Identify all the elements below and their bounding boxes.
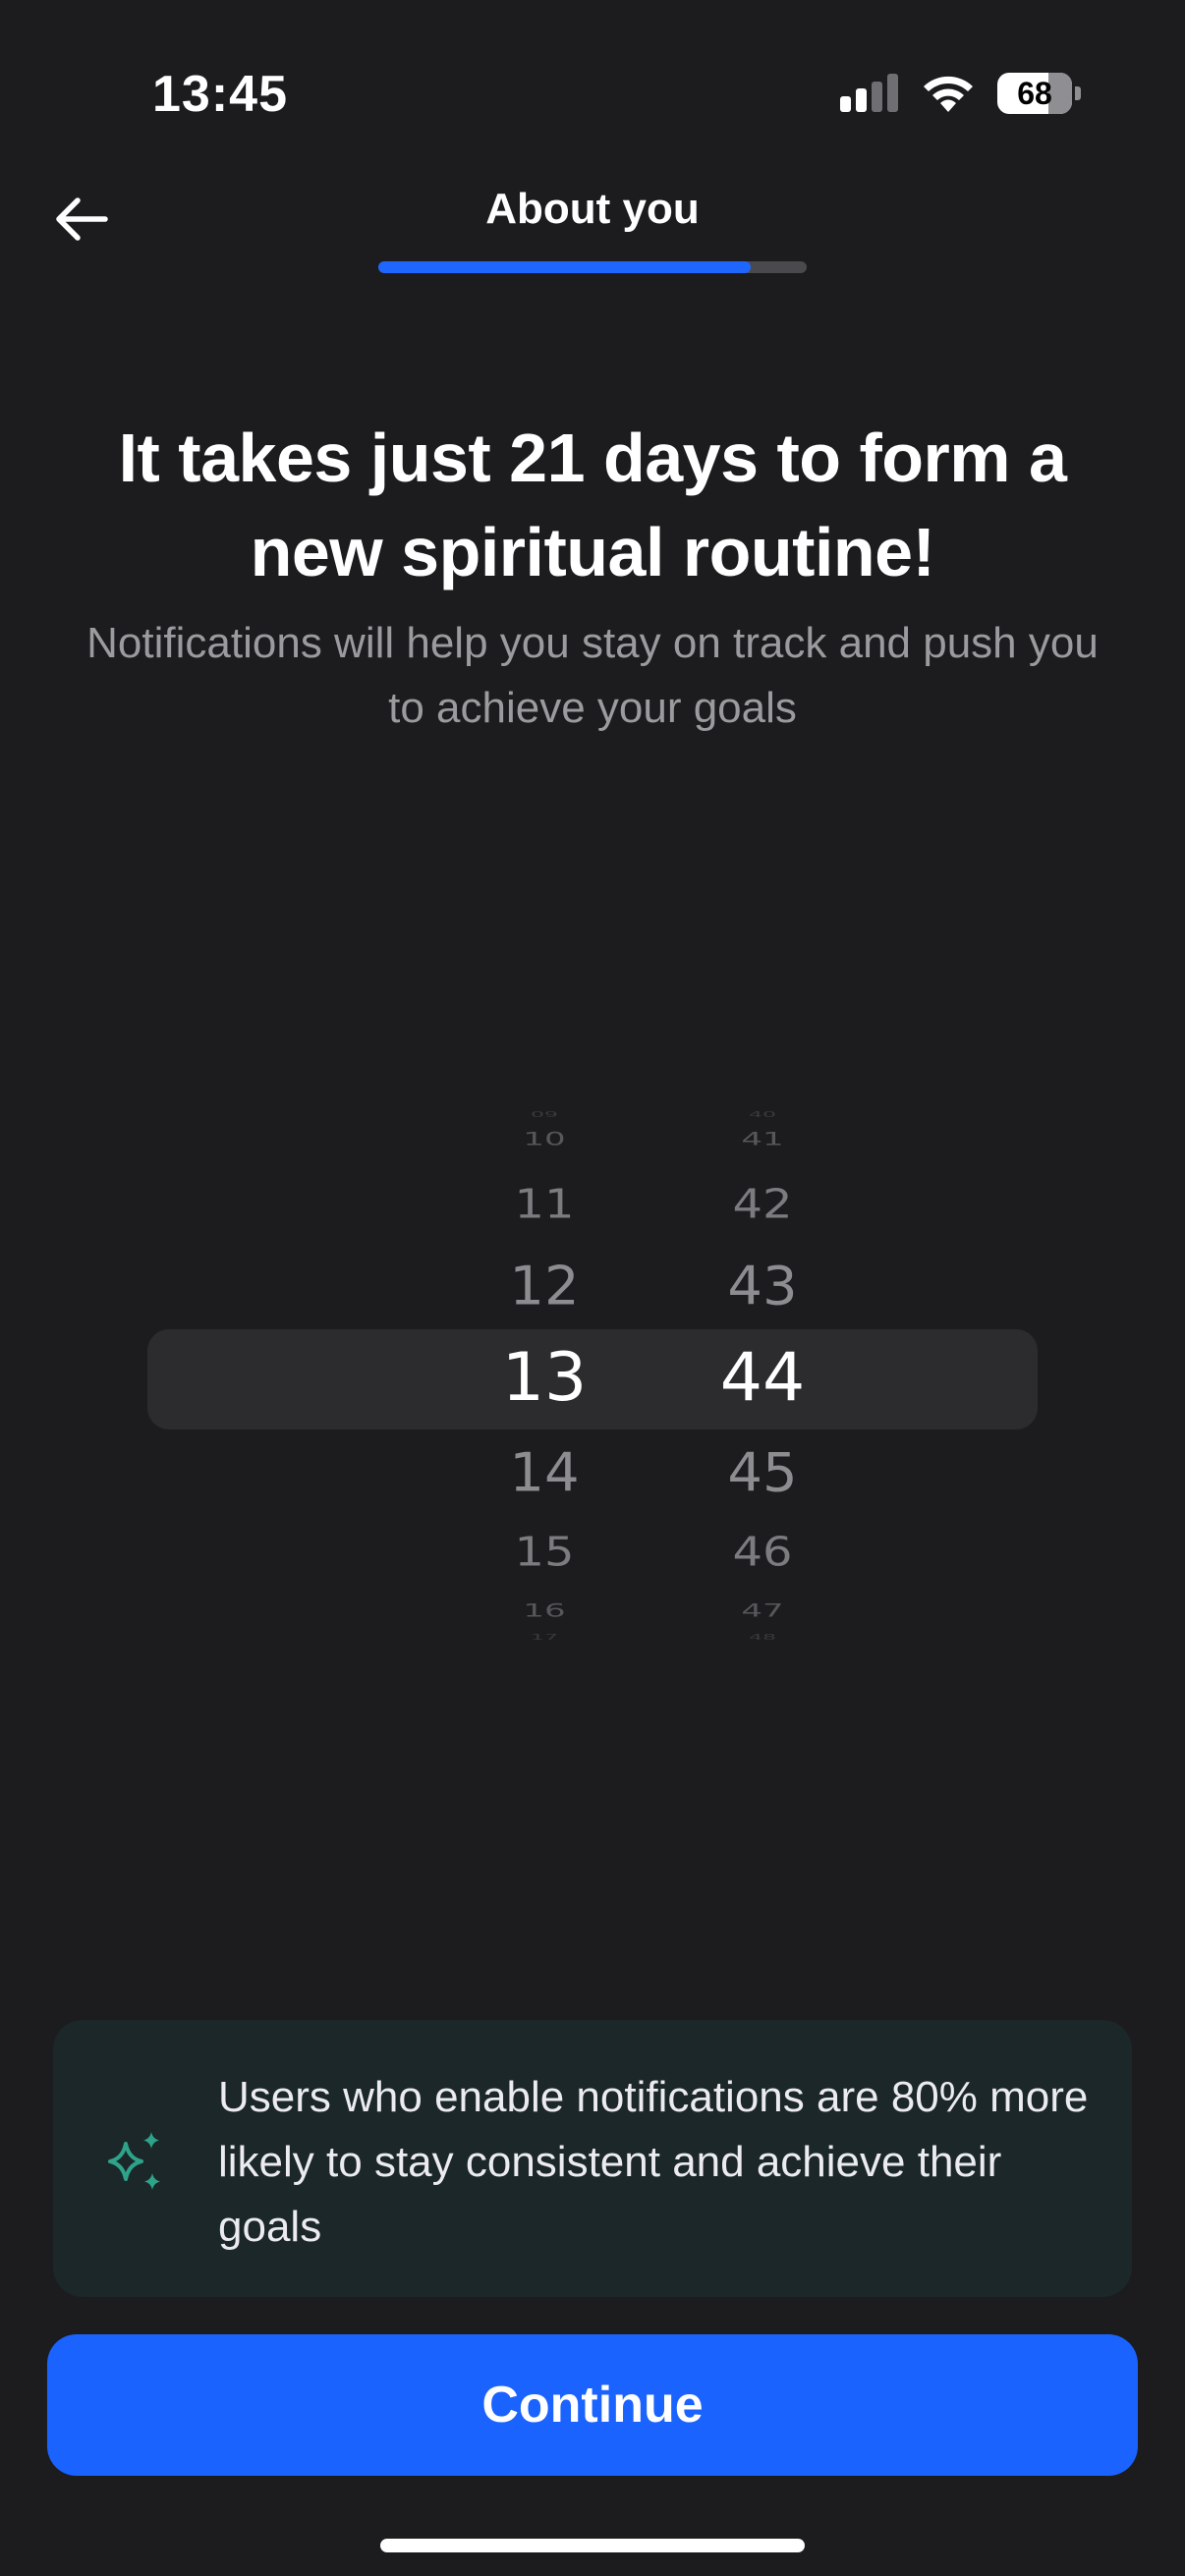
minute-option[interactable]: 40 xyxy=(694,1109,831,1121)
hour-option[interactable]: 12 xyxy=(476,1247,613,1326)
sparkles-icon xyxy=(108,2132,160,2190)
battery-icon: 68 xyxy=(997,73,1081,114)
minute-option[interactable]: 47 xyxy=(694,1596,831,1624)
progress-bar xyxy=(378,261,807,273)
minute-wheel[interactable]: 40 41 42 43 44 45 46 47 48 xyxy=(694,1100,831,1651)
minute-option[interactable]: 46 xyxy=(694,1522,831,1582)
home-indicator xyxy=(380,2539,805,2552)
battery-level: 68 xyxy=(1017,75,1052,111)
tip-card: Users who enable notifications are 80% m… xyxy=(53,2020,1132,2297)
hour-option[interactable]: 09 xyxy=(476,1109,613,1121)
page-title: About you xyxy=(485,185,700,233)
hour-option[interactable]: 10 xyxy=(476,1125,613,1152)
hour-option[interactable]: 16 xyxy=(476,1596,613,1624)
status-time: 13:45 xyxy=(152,66,288,123)
minute-option[interactable]: 41 xyxy=(694,1125,831,1152)
minute-option[interactable]: 44 xyxy=(694,1328,831,1428)
minute-option[interactable]: 48 xyxy=(694,1632,831,1644)
status-icons: 68 xyxy=(838,73,1081,114)
headline: It takes just 21 days to form a new spir… xyxy=(118,420,1067,590)
hour-wheel[interactable]: 09 10 11 12 13 14 15 16 17 xyxy=(476,1100,613,1651)
minute-option[interactable]: 42 xyxy=(694,1174,831,1234)
hour-option[interactable]: 11 xyxy=(476,1174,613,1234)
minute-option[interactable]: 43 xyxy=(694,1247,831,1326)
minute-option[interactable]: 45 xyxy=(694,1433,831,1513)
hour-option[interactable]: 13 xyxy=(476,1328,613,1428)
subtext: Notifications will help you stay on trac… xyxy=(86,619,1099,732)
progress-fill xyxy=(378,261,752,273)
time-picker[interactable]: 09 10 11 12 13 14 15 16 17 40 41 42 43 44 45 46 47 48 xyxy=(147,1100,1038,1651)
wifi-icon xyxy=(924,76,973,112)
hour-option[interactable]: 17 xyxy=(476,1632,613,1644)
hour-option[interactable]: 14 xyxy=(476,1433,613,1513)
continue-button[interactable]: Continue xyxy=(47,2334,1138,2476)
hour-option[interactable]: 15 xyxy=(476,1522,613,1582)
tip-text: Users who enable notifications are 80% m… xyxy=(218,2073,1089,2251)
cellular-signal-icon xyxy=(840,74,898,112)
